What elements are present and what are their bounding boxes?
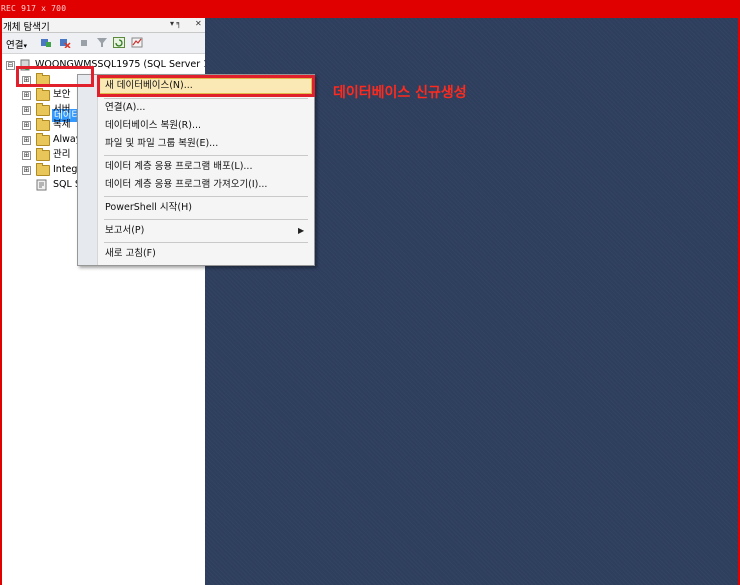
- chevron-down-icon: ▾: [23, 42, 27, 50]
- stop-icon[interactable]: [78, 37, 90, 48]
- expand-icon[interactable]: ⊞: [22, 166, 31, 175]
- annotation-label: 데이터베이스 신규생성: [333, 85, 467, 101]
- menu-separator: [104, 219, 308, 220]
- menu-item-restore-database[interactable]: 데이터베이스 복원(R)...: [105, 119, 201, 133]
- menu-separator: [104, 196, 308, 197]
- connect-label: 연결: [6, 40, 24, 51]
- activity-monitor-icon[interactable]: [131, 37, 143, 48]
- agent-icon: [36, 179, 47, 191]
- folder-icon: [36, 103, 50, 116]
- panel-titlebar: 개체 탐색기 ▾ ╕ ✕: [2, 18, 205, 33]
- annotation-box-new-database: [97, 75, 315, 97]
- menu-item-start-powershell[interactable]: PowerShell 시작(H): [105, 201, 192, 215]
- menu-icon-gutter: [78, 75, 98, 265]
- folder-icon: [36, 118, 50, 131]
- recording-label: REC 917 x 700: [1, 4, 67, 13]
- context-menu: 새 데이터베이스(N)... 연결(A)... 데이터베이스 복원(R)... …: [77, 74, 315, 266]
- expand-icon[interactable]: ⊞: [22, 106, 31, 115]
- folder-icon: [36, 88, 50, 101]
- tree-item-label: Integ: [53, 164, 78, 175]
- filter-icon[interactable]: [96, 37, 108, 48]
- expand-icon[interactable]: ⊞: [22, 121, 31, 130]
- folder-icon: [36, 133, 50, 146]
- menu-separator: [104, 155, 308, 156]
- expand-icon[interactable]: ⊞: [22, 91, 31, 100]
- menu-item-refresh[interactable]: 새로 고침(F): [105, 247, 156, 261]
- annotation-box-databases: [16, 66, 94, 87]
- collapse-icon[interactable]: ⊟: [6, 61, 15, 70]
- panel-toolbar: 연결▾: [2, 33, 205, 54]
- menu-item-restore-files[interactable]: 파일 및 파일 그룹 복원(E)...: [105, 137, 218, 151]
- disconnect-icon[interactable]: [59, 37, 71, 48]
- folder-icon: [36, 163, 50, 176]
- tree-item-label: 관리: [53, 149, 71, 160]
- tree-item-label: 복제: [53, 119, 71, 130]
- panel-title: 개체 탐색기: [3, 22, 50, 33]
- expand-icon[interactable]: ⊞: [22, 136, 31, 145]
- submenu-arrow-icon: ▶: [298, 226, 305, 235]
- pin-icon[interactable]: ▾ ╕: [170, 19, 181, 28]
- recording-bar: REC 917 x 700: [0, 0, 740, 18]
- menu-separator: [104, 242, 308, 243]
- menu-item-import-data-tier[interactable]: 데이터 계층 응용 프로그램 가져오기(I)...: [105, 178, 267, 192]
- menu-separator: [104, 98, 308, 99]
- menu-item-connect[interactable]: 연결(A)...: [105, 101, 145, 115]
- tree-item-label: 보안: [53, 89, 71, 100]
- menu-item-deploy-data-tier[interactable]: 데이터 계층 응용 프로그램 배포(L)...: [105, 160, 252, 174]
- expand-icon[interactable]: ⊞: [22, 151, 31, 160]
- menu-item-reports[interactable]: 보고서(P): [105, 224, 144, 238]
- tree-item-label: 서버: [53, 104, 71, 115]
- close-icon[interactable]: ✕: [195, 19, 202, 28]
- folder-icon: [36, 148, 50, 161]
- refresh-icon[interactable]: [113, 37, 125, 48]
- connect-server-icon[interactable]: [40, 37, 52, 48]
- connect-button[interactable]: 연결▾: [6, 37, 27, 51]
